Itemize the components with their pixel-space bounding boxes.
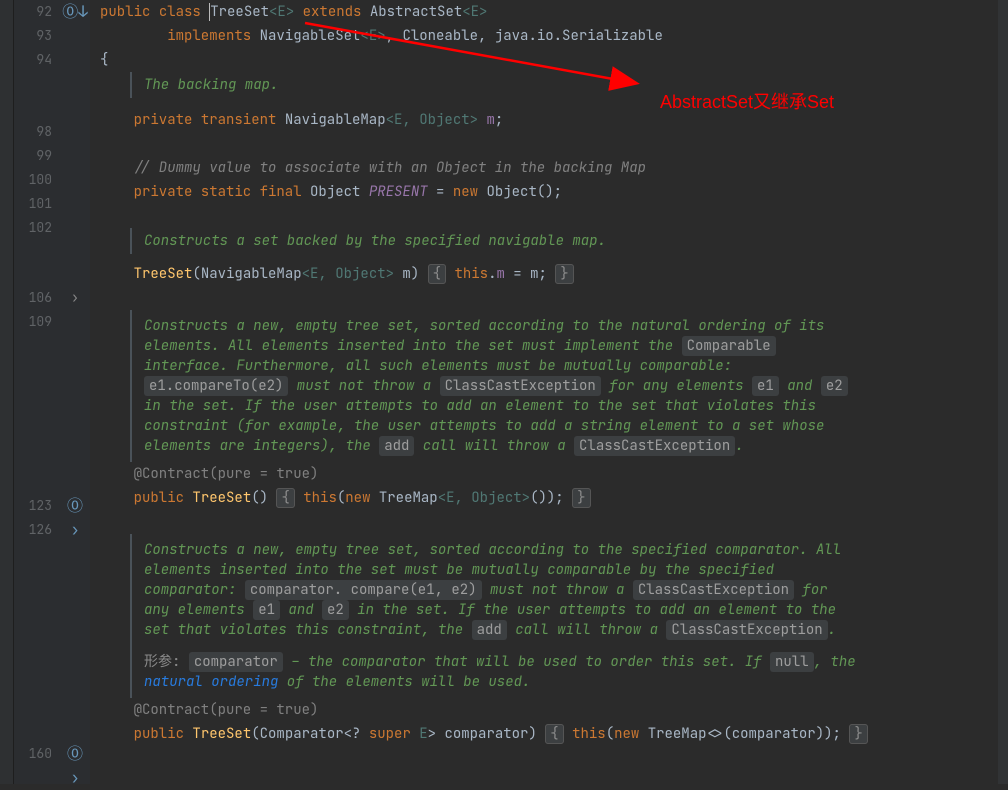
gutter-annotations[interactable]: ⓪↓ › ⓪ › ⓪ ›	[60, 0, 90, 784]
line-number: 93	[14, 24, 52, 48]
code-line-102[interactable]	[100, 204, 1008, 228]
folded-brace[interactable]: }	[555, 264, 573, 284]
line-number: 94	[14, 48, 52, 72]
folded-brace[interactable]: {	[428, 264, 446, 284]
line-number	[14, 542, 52, 742]
left-marker-strip	[0, 0, 14, 784]
folded-brace[interactable]: }	[572, 488, 590, 508]
folded-brace[interactable]: {	[276, 488, 294, 508]
line-number: 99	[14, 144, 52, 168]
contract-annotation: @Contract(pure = true)	[100, 698, 1008, 722]
code-content[interactable]: public class TreeSet<E> extends Abstract…	[90, 0, 1008, 784]
folded-brace[interactable]: {	[545, 724, 563, 744]
line-number: 109	[14, 310, 52, 334]
contract-annotation: @Contract(pure = true)	[100, 462, 1008, 486]
overriding-method-icon[interactable]: ⓪↓	[60, 0, 90, 24]
line-number: 101	[14, 192, 52, 216]
vertical-scrollbar[interactable]	[998, 0, 1008, 784]
line-number	[14, 72, 52, 120]
line-number-gutter[interactable]: 92 93 94 98 99 100 101 102 106 109 123 1…	[14, 0, 60, 784]
line-number: 160	[14, 742, 52, 766]
code-line-160[interactable]: public TreeSet(Comparator<? super E> com…	[100, 722, 1008, 746]
code-line-94[interactable]: {	[100, 48, 1008, 72]
code-line-109[interactable]	[100, 286, 1008, 310]
code-line-98[interactable]: private transient NavigableMap<E, Object…	[100, 108, 1008, 132]
fold-indicator-icon[interactable]: ›	[60, 286, 90, 310]
line-number: 100	[14, 168, 52, 192]
line-number: 106	[14, 286, 52, 310]
line-number	[14, 240, 52, 286]
overriding-method-icon[interactable]: ⓪ ›	[60, 494, 90, 518]
javadoc-block: Constructs a set backed by the specified…	[130, 228, 870, 254]
line-number: 102	[14, 216, 52, 240]
javadoc-block: Constructs a new, empty tree set, sorted…	[130, 310, 870, 462]
folded-brace[interactable]: }	[849, 724, 867, 744]
code-line-126[interactable]	[100, 510, 1008, 534]
code-line-93[interactable]: implements NavigableSet<E>, Cloneable, j…	[100, 24, 1008, 48]
line-number: 123	[14, 494, 52, 518]
code-line-92[interactable]: public class TreeSet<E> extends Abstract…	[100, 0, 1008, 24]
code-line-101[interactable]: private static final Object PRESENT = ne…	[100, 180, 1008, 204]
code-editor[interactable]: 92 93 94 98 99 100 101 102 106 109 123 1…	[0, 0, 1008, 784]
code-line-106[interactable]: TreeSet(NavigableMap<E, Object> m) { thi…	[100, 262, 1008, 286]
overriding-method-icon[interactable]: ⓪ ›	[60, 742, 90, 766]
javadoc-block: Constructs a new, empty tree set, sorted…	[130, 534, 870, 698]
line-number: 98	[14, 120, 52, 144]
code-line-99[interactable]	[100, 132, 1008, 156]
code-line-123[interactable]: public TreeSet() { this(new TreeMap<E, O…	[100, 486, 1008, 510]
line-number	[14, 334, 52, 494]
line-number: 92	[14, 0, 52, 24]
code-line-100[interactable]: // Dummy value to associate with an Obje…	[100, 156, 1008, 180]
line-number: 126	[14, 518, 52, 542]
javadoc-block: The backing map.	[130, 72, 870, 98]
